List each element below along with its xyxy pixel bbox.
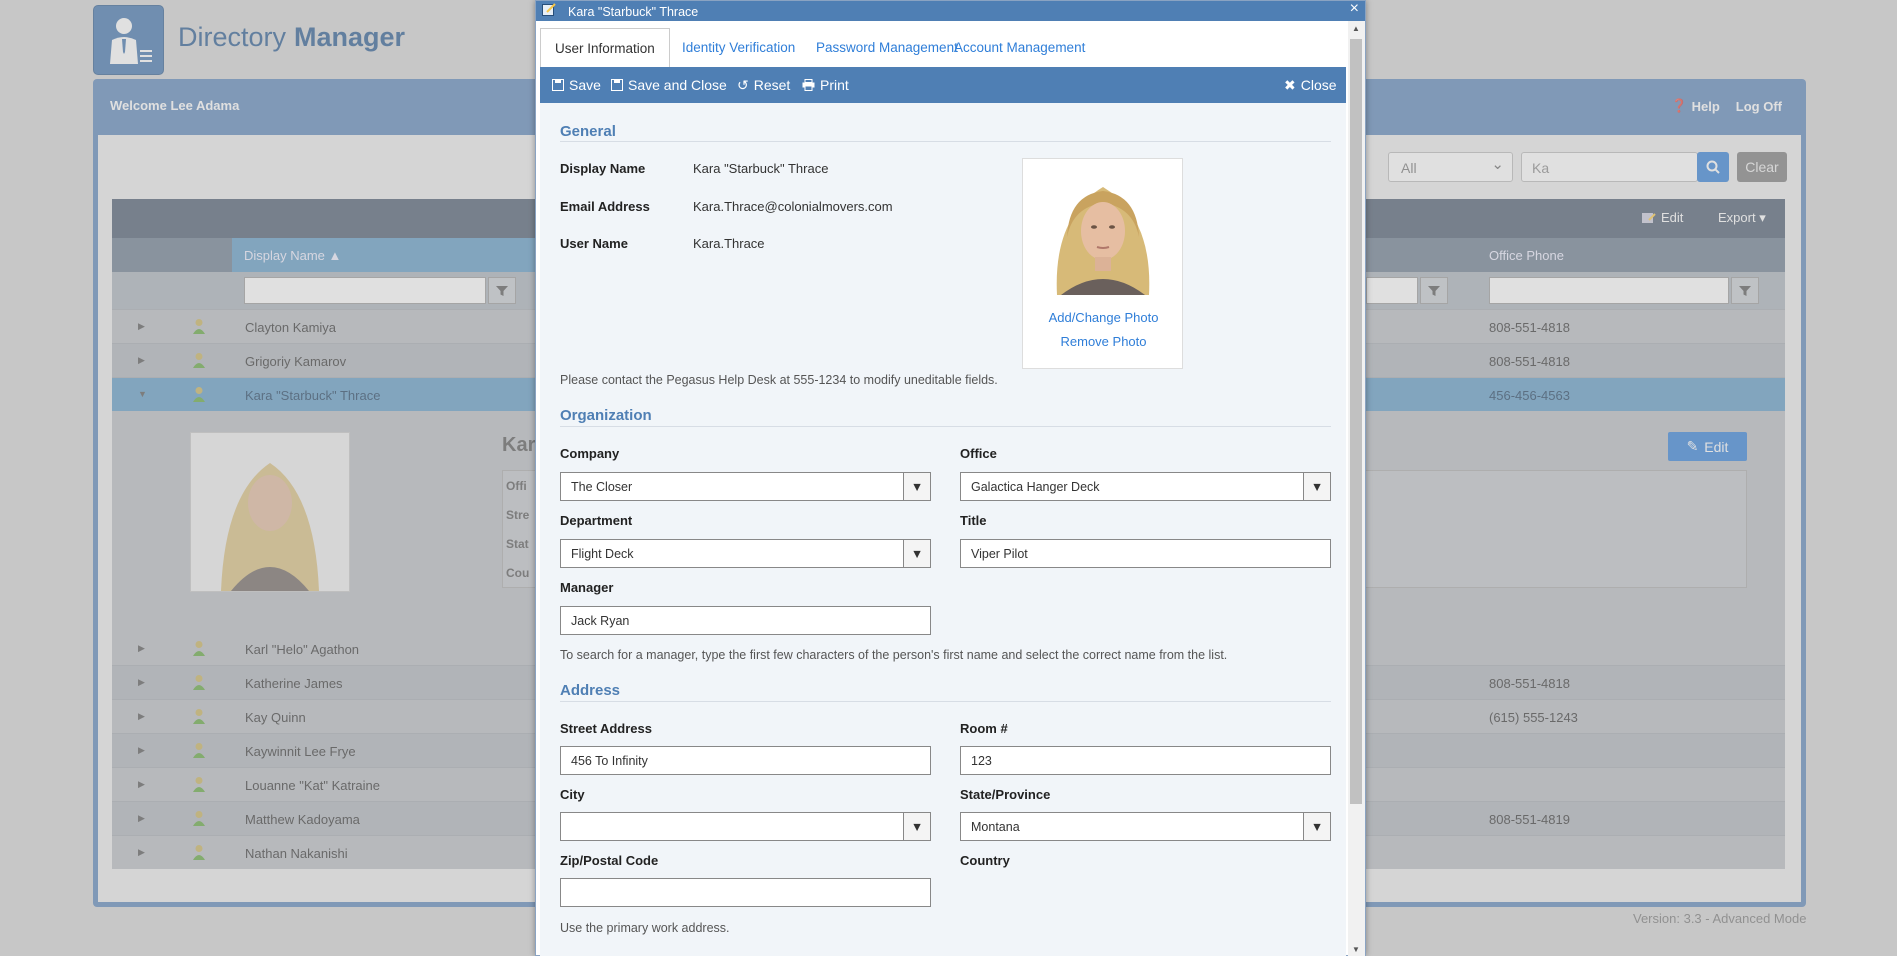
scrollbar-thumb[interactable] (1350, 39, 1362, 804)
undo-icon: ↺ (737, 76, 749, 93)
street-address-input[interactable]: 456 To Infinity (560, 746, 931, 775)
zip-postal-code-label: Zip/Postal Code (560, 853, 659, 868)
address-note: Use the primary work address. (560, 921, 730, 935)
state-province-select[interactable]: Montana ▼ (960, 812, 1331, 841)
dialog-close-x-button[interactable]: × (1350, 0, 1359, 18)
username-value: Kara.Thrace (693, 236, 765, 251)
street-address-label: Street Address (560, 721, 652, 736)
department-select[interactable]: Flight Deck ▼ (560, 539, 931, 568)
chevron-down-icon[interactable]: ▼ (903, 540, 930, 567)
display-name-value: Kara "Starbuck" Thrace (693, 161, 829, 176)
chevron-down-icon[interactable]: ▼ (1303, 813, 1330, 840)
city-label: City (560, 787, 585, 802)
department-label: Department (560, 513, 633, 528)
manager-input[interactable]: Jack Ryan (560, 606, 931, 635)
manager-label: Manager (560, 580, 614, 595)
room-input[interactable]: 123 (960, 746, 1331, 775)
chevron-down-icon[interactable]: ▼ (1303, 473, 1330, 500)
email-value: Kara.Thrace@colonialmovers.com (693, 199, 893, 214)
room-label: Room # (960, 721, 1008, 736)
dialog-title: Kara "Starbuck" Thrace (568, 5, 699, 19)
close-icon: ✖ (1284, 76, 1296, 93)
chevron-down-icon[interactable]: ▼ (903, 473, 930, 500)
email-label: Email Address (560, 199, 650, 214)
country-label: Country (960, 853, 1010, 868)
state-province-label: State/Province (960, 787, 1051, 802)
dialog-tabs: User Information Identity Verification P… (540, 28, 1346, 67)
close-button[interactable]: ✖ Close (1284, 67, 1337, 103)
section-general-heading: General (560, 123, 616, 140)
window-icon (542, 3, 556, 17)
print-button[interactable]: Print (802, 67, 849, 103)
dialog-titlebar[interactable]: Kara "Starbuck" Thrace × (536, 0, 1365, 21)
display-name-label: Display Name (560, 161, 646, 176)
save-icon (611, 79, 623, 91)
tab-user-information[interactable]: User Information (540, 28, 670, 67)
section-organization-heading: Organization (560, 407, 652, 424)
office-label: Office (960, 446, 997, 461)
manager-search-note: To search for a manager, type the first … (560, 648, 1228, 662)
save-and-close-button[interactable]: Save and Close (611, 67, 727, 103)
help-desk-note: Please contact the Pegasus Help Desk at … (560, 373, 998, 387)
dialog-scrollbar[interactable]: ▲ ▼ (1348, 21, 1365, 956)
title-label: Title (960, 513, 987, 528)
save-button[interactable]: Save (552, 67, 601, 103)
photo-card: Add/Change Photo Remove Photo (1022, 158, 1183, 369)
company-label: Company (560, 446, 620, 461)
save-icon (552, 79, 564, 91)
print-icon (802, 79, 815, 91)
chevron-down-icon[interactable]: ▼ (903, 813, 930, 840)
tab-identity-verification[interactable]: Identity Verification (668, 28, 809, 67)
city-select[interactable]: ▼ (560, 812, 931, 841)
username-label: User Name (560, 236, 628, 251)
divider (560, 141, 1331, 142)
scroll-down-icon[interactable]: ▼ (1352, 945, 1360, 954)
title-input[interactable]: Viper Pilot (960, 539, 1331, 568)
divider (560, 701, 1331, 702)
user-photo (1039, 177, 1167, 295)
company-select[interactable]: The Closer ▼ (560, 472, 931, 501)
tab-account-management[interactable]: Account Management (940, 28, 1099, 67)
dialog-body: General Display Name Kara "Starbuck" Thr… (540, 103, 1346, 956)
section-address-heading: Address (560, 682, 621, 699)
add-change-photo-link[interactable]: Add/Change Photo (1023, 310, 1184, 325)
user-edit-dialog: Kara "Starbuck" Thrace × User Informatio… (535, 0, 1366, 956)
office-select[interactable]: Galactica Hanger Deck ▼ (960, 472, 1331, 501)
dialog-toolbar: Save Save and Close ↺ Reset Print ✖ Close (540, 67, 1346, 103)
scroll-up-icon[interactable]: ▲ (1352, 24, 1360, 33)
zip-postal-code-input[interactable] (560, 878, 931, 907)
divider (560, 426, 1331, 427)
reset-button[interactable]: ↺ Reset (737, 67, 790, 103)
remove-photo-link[interactable]: Remove Photo (1023, 334, 1184, 349)
